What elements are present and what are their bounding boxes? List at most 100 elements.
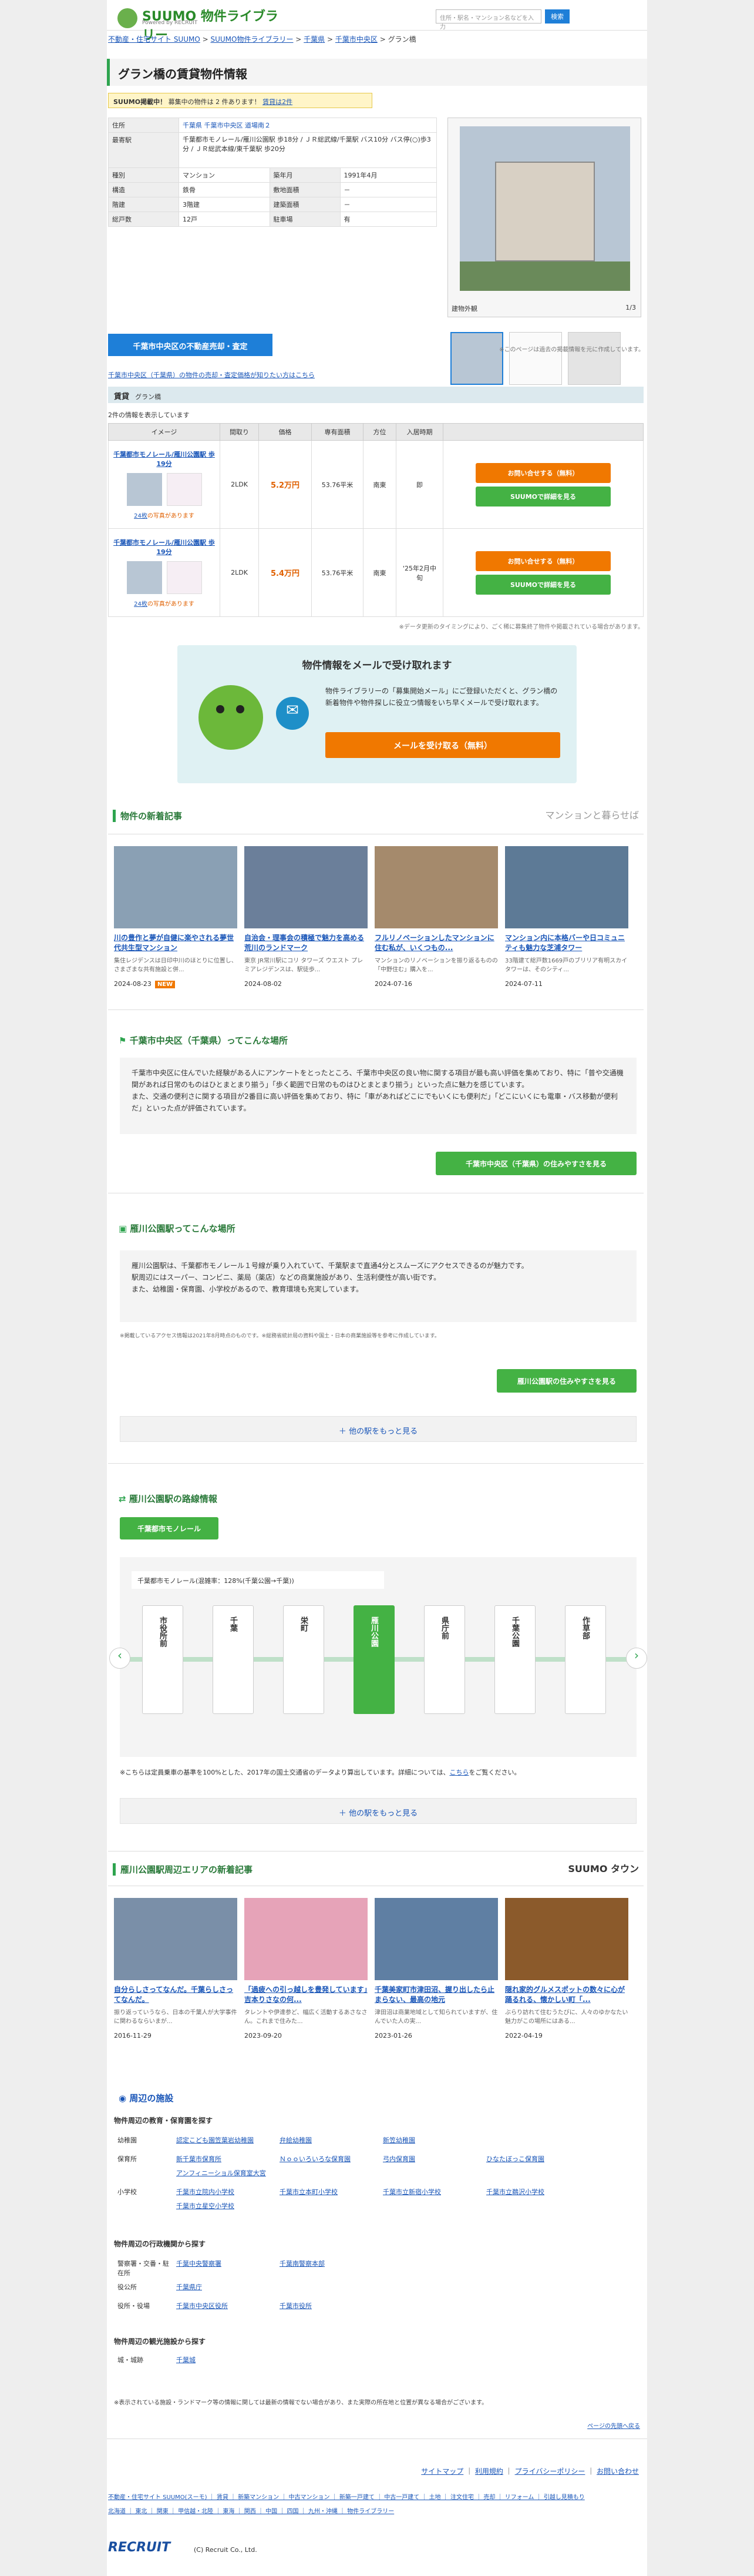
- station-card[interactable]: 作草部: [565, 1605, 606, 1714]
- inquiry-button[interactable]: お問い合せする（無料）: [476, 551, 611, 571]
- facility-category: 保育所: [117, 2155, 137, 2163]
- rent-floorplan[interactable]: [166, 473, 202, 506]
- facility-link[interactable]: 千葉市立鵜沢小学校: [486, 2187, 590, 2196]
- station-card[interactable]: 千葉公園: [494, 1605, 536, 1714]
- mail-signup-button[interactable]: メールを受け取る（無料）: [325, 732, 560, 758]
- article-card[interactable]: マンション内に本格バーや日コミュニティも魅力な芝浦タワー 33階建て総戸数1669…: [505, 846, 628, 988]
- back-to-top-link[interactable]: ページの先頭へ戻る: [587, 2421, 640, 2430]
- rent-photo-count[interactable]: 24枚: [134, 513, 147, 519]
- footer-link[interactable]: お問い合わせ: [597, 2467, 639, 2476]
- facility-category: 役公所: [117, 2283, 137, 2291]
- facility-link[interactable]: Ｎｏｏいろいろな保育園: [280, 2154, 383, 2164]
- article-image[interactable]: [244, 846, 368, 928]
- article-image[interactable]: [114, 846, 237, 928]
- breadcrumb-item[interactable]: 千葉市中央区: [335, 35, 378, 43]
- assess-link[interactable]: 千葉市中央区（千葉県）の物件の売却・査定価格が知りたい方はこちら: [108, 370, 315, 380]
- thumbnail[interactable]: [450, 332, 503, 385]
- article-card[interactable]: 隠れ家的グルメスポットの数々に心が踊るれる、懐かしい町「... ぶらり訪れて住むう…: [505, 1898, 628, 2040]
- article-image[interactable]: [114, 1898, 237, 1980]
- station-card[interactable]: 栄町: [283, 1605, 324, 1714]
- assess-button[interactable]: 千葉市中央区の不動産売却・査定: [108, 334, 272, 356]
- facility-link[interactable]: ひなたぼっこ保育園: [486, 2154, 590, 2164]
- breadcrumb-item[interactable]: 不動産・住宅サイト SUUMO: [108, 35, 200, 43]
- article-image[interactable]: [244, 1898, 368, 1980]
- article-title[interactable]: 自治会・理事会の積極で魅力を高める荒川のランドマーク: [244, 933, 368, 953]
- facility-link[interactable]: 認定こども園笠葉岩幼稚園: [176, 2135, 280, 2145]
- notice-link[interactable]: 賃貸は2件: [262, 98, 292, 106]
- article-image[interactable]: [375, 1898, 498, 1980]
- footer-link[interactable]: サイトマップ: [421, 2467, 463, 2476]
- line-note-link[interactable]: こちら: [449, 1769, 469, 1776]
- area1-button[interactable]: 千葉市中央区（千葉県）の住みやすさを見る: [436, 1152, 637, 1175]
- line-tab[interactable]: 千葉都市モノレール: [120, 1517, 218, 1539]
- inquiry-button[interactable]: お問い合せする（無料）: [476, 462, 611, 483]
- logo[interactable]: SUUMO 物件ライブラリー Powered by RECRUIT: [117, 5, 288, 43]
- article-image[interactable]: [505, 846, 628, 928]
- article-card[interactable]: 自治会・理事会の積極で魅力を高める荒川のランドマーク 東京 JR常川駅にコリ タワ…: [244, 846, 368, 988]
- area2-button[interactable]: 雁川公園駅の住みやすさを見る: [497, 1369, 637, 1393]
- station-card[interactable]: 県庁前: [424, 1605, 465, 1714]
- article-title[interactable]: 隠れ家的グルメスポットの数々に心が踊るれる、懐かしい町「...: [505, 1985, 628, 2005]
- facility-link[interactable]: 弓内保育園: [383, 2154, 486, 2164]
- search-input[interactable]: 住所・駅名・マンション名などを入力: [436, 9, 541, 31]
- article-card[interactable]: 自分らしさってなんだ。千葉らしさってなんだ。 振り返っていうなら、日本の千葉人が大…: [114, 1898, 237, 2040]
- footer-nav-1[interactable]: 不動産・住宅サイト SUUMO(スーモ) ｜ 賃貸 ｜ 新築マンション ｜ 中古…: [108, 2492, 642, 2501]
- facility-link[interactable]: 千葉市立新宿小学校: [383, 2187, 486, 2196]
- breadcrumb-item[interactable]: 千葉県: [304, 35, 325, 43]
- rent-station[interactable]: 千葉都市モノレール/雁川公園駅 歩19分: [112, 450, 216, 468]
- article-title[interactable]: 千葉美家町市津田沼、握り出したら止まらない、最高の地元: [375, 1985, 498, 2005]
- thumbnail[interactable]: [509, 332, 562, 385]
- facility-links: 千葉市中央区役所 千葉市役所: [173, 2299, 386, 2317]
- facility-link[interactable]: 千葉市役所: [280, 2301, 383, 2310]
- rent-floorplan[interactable]: [166, 561, 202, 594]
- article-image[interactable]: [375, 846, 498, 928]
- thumbnail[interactable]: [568, 332, 621, 385]
- more-stations-button[interactable]: ＋ 他の駅をもっと見る: [120, 1416, 637, 1442]
- facility-link[interactable]: 千葉市立本町小学校: [280, 2187, 383, 2196]
- article-title[interactable]: 「過疲への引っ越しを豊発しています」吉本りさなの何...: [244, 1985, 368, 2005]
- article-title[interactable]: マンション内に本格バーや日コミュニティも魅力な芝浦タワー: [505, 933, 628, 953]
- article-title[interactable]: フルリノベーションしたマンションに住む私が、いくつもの...: [375, 933, 498, 953]
- facility-row: 警察署・交番・駐在所 千葉中央警察署 千葉南警察本部: [114, 2256, 386, 2280]
- article-card[interactable]: フルリノベーションしたマンションに住む私が、いくつもの... マンションのリノベー…: [375, 846, 498, 988]
- facility-link[interactable]: 弁絵幼稚園: [280, 2135, 383, 2145]
- facility-link[interactable]: 千葉市立星空小学校: [176, 2201, 280, 2211]
- facility-link[interactable]: 千葉県庁: [176, 2282, 280, 2292]
- facility-link[interactable]: 新笠幼稚園: [383, 2135, 486, 2145]
- footer-nav-2[interactable]: 北海道 ｜ 東北 ｜ 関東 ｜ 甲信越・北陸 ｜ 東海 ｜ 関西 ｜ 中国 ｜ …: [108, 2506, 642, 2515]
- article-card[interactable]: 千葉美家町市津田沼、握り出したら止まらない、最高の地元 津田沼は商業地域として知ら…: [375, 1898, 498, 2040]
- station-card[interactable]: 雁川公園: [354, 1605, 395, 1714]
- detail-button[interactable]: SUUMOで詳細を見る: [476, 486, 611, 507]
- facility-link[interactable]: 千葉城: [176, 2355, 280, 2364]
- building-photo[interactable]: 建物外観 1/3: [447, 118, 641, 317]
- footer-link[interactable]: 利用規約: [475, 2467, 503, 2476]
- footer-link[interactable]: プライバシーポリシー: [515, 2467, 585, 2476]
- article-title[interactable]: 川の豊作と夢が自健に楽やされる夢世代共生型マンション: [114, 933, 237, 953]
- article-image[interactable]: [505, 1898, 628, 1980]
- article-card[interactable]: 川の豊作と夢が自健に楽やされる夢世代共生型マンション 集住レジデンスは日印中川のほ…: [114, 846, 237, 988]
- facility-link[interactable]: 千葉南警察本部: [280, 2259, 383, 2268]
- breadcrumb-item[interactable]: SUUMO物件ライブラリー: [211, 35, 294, 43]
- more-stations-button-2[interactable]: ＋ 他の駅をもっと見る: [120, 1798, 637, 1824]
- facility-link[interactable]: 千葉市立院内小学校: [176, 2187, 280, 2196]
- facility-category: 小学校: [117, 2188, 137, 2196]
- search-button[interactable]: 検索: [545, 9, 570, 24]
- station-card[interactable]: 市役所前: [142, 1605, 183, 1714]
- station-card[interactable]: 千葉: [213, 1605, 254, 1714]
- facility-link[interactable]: 千葉市中央区役所: [176, 2301, 280, 2310]
- prev-arrow-icon[interactable]: ‹: [109, 1648, 130, 1669]
- divider: [108, 1009, 644, 1010]
- col-header-actions: [443, 423, 644, 441]
- facility-category: 城・城跡: [117, 2356, 143, 2364]
- article-title[interactable]: 自分らしさってなんだ。千葉らしさってなんだ。: [114, 1985, 237, 2005]
- facility-link[interactable]: 千葉中央警察署: [176, 2259, 280, 2268]
- rent-photo[interactable]: [126, 473, 162, 506]
- rent-photo[interactable]: [126, 561, 162, 594]
- facility-link[interactable]: 新千葉市保育所: [176, 2154, 280, 2164]
- rent-station[interactable]: 千葉都市モノレール/雁川公園駅 歩19分: [112, 538, 216, 556]
- rent-photo-count[interactable]: 24枚: [134, 601, 147, 608]
- detail-button[interactable]: SUUMOで詳細を見る: [476, 574, 611, 595]
- next-arrow-icon[interactable]: ›: [626, 1648, 647, 1669]
- facility-link[interactable]: アンフィニーショル保育室大宮: [176, 2168, 280, 2178]
- article-card[interactable]: 「過疲への引っ越しを豊発しています」吉本りさなの何... タレントや伊達参ど、幅広…: [244, 1898, 368, 2040]
